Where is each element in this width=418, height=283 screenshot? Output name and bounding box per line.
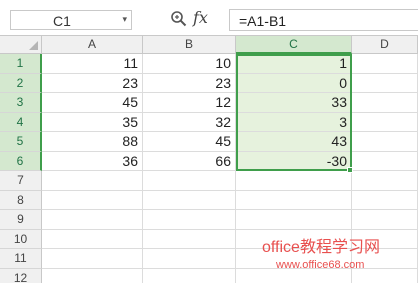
row-header-6[interactable]: 6 bbox=[0, 151, 42, 171]
watermark-title: office教程学习网 bbox=[262, 239, 380, 256]
magnifier-icon[interactable] bbox=[170, 10, 188, 28]
cell-c9[interactable] bbox=[236, 210, 352, 230]
cell-d4[interactable] bbox=[352, 112, 418, 132]
row-header-9[interactable]: 9 bbox=[0, 210, 42, 230]
cell-b8[interactable] bbox=[143, 190, 236, 210]
cell-d2[interactable] bbox=[352, 73, 418, 93]
cell-a3[interactable]: 45 bbox=[42, 93, 143, 113]
select-all-corner[interactable] bbox=[0, 36, 42, 54]
column-header-d[interactable]: D bbox=[352, 36, 418, 54]
cell-c7[interactable] bbox=[236, 171, 352, 191]
cell-b2[interactable]: 23 bbox=[143, 73, 236, 93]
cell-d6[interactable] bbox=[352, 151, 418, 171]
row-header-7[interactable]: 7 bbox=[0, 171, 42, 191]
cell-a7[interactable] bbox=[42, 171, 143, 191]
row-header-5[interactable]: 5 bbox=[0, 132, 42, 152]
cell-a1[interactable]: 11 bbox=[42, 54, 143, 74]
column-header-b[interactable]: B bbox=[143, 36, 236, 54]
cell-d1[interactable] bbox=[352, 54, 418, 74]
cell-b3[interactable]: 12 bbox=[143, 93, 236, 113]
row-header-3[interactable]: 3 bbox=[0, 93, 42, 113]
fx-icon[interactable]: fx bbox=[193, 8, 208, 27]
cell-a9[interactable] bbox=[42, 210, 143, 230]
cell-b5[interactable]: 45 bbox=[143, 132, 236, 152]
cell-d3[interactable] bbox=[352, 93, 418, 113]
cell-c1[interactable]: 1 bbox=[236, 54, 352, 74]
cell-a8[interactable] bbox=[42, 190, 143, 210]
cell-b7[interactable] bbox=[143, 171, 236, 191]
cell-b1[interactable]: 10 bbox=[143, 54, 236, 74]
cell-a12[interactable] bbox=[42, 268, 143, 283]
column-header-a[interactable]: A bbox=[42, 36, 143, 54]
cell-b10[interactable] bbox=[143, 229, 236, 249]
column-header-c[interactable]: C bbox=[236, 36, 352, 54]
cell-c2[interactable]: 0 bbox=[236, 73, 352, 93]
chevron-down-icon[interactable]: ▾ bbox=[122, 14, 127, 25]
cell-c3[interactable]: 33 bbox=[236, 93, 352, 113]
cell-c6[interactable]: -30 bbox=[236, 151, 352, 171]
row-header-1[interactable]: 1 bbox=[0, 54, 42, 74]
cell-d9[interactable] bbox=[352, 210, 418, 230]
formula-text: =A1-B1 bbox=[239, 13, 287, 29]
cell-a2[interactable]: 23 bbox=[42, 73, 143, 93]
cell-b6[interactable]: 66 bbox=[143, 151, 236, 171]
fill-handle[interactable] bbox=[347, 167, 353, 173]
cell-d5[interactable] bbox=[352, 132, 418, 152]
row-header-10[interactable]: 10 bbox=[0, 229, 42, 249]
cell-a4[interactable]: 35 bbox=[42, 112, 143, 132]
row-header-8[interactable]: 8 bbox=[0, 190, 42, 210]
cell-c5[interactable]: 43 bbox=[236, 132, 352, 152]
row-header-2[interactable]: 2 bbox=[0, 73, 42, 93]
row-header-12[interactable]: 12 bbox=[0, 268, 42, 283]
cell-b4[interactable]: 32 bbox=[143, 112, 236, 132]
formula-bar: C1 ▾ fx =A1-B1 bbox=[0, 0, 418, 36]
cell-a11[interactable] bbox=[42, 249, 143, 269]
formula-input[interactable]: =A1-B1 bbox=[229, 9, 418, 31]
cell-b11[interactable] bbox=[143, 249, 236, 269]
cell-a6[interactable]: 36 bbox=[42, 151, 143, 171]
cell-c4[interactable]: 3 bbox=[236, 112, 352, 132]
cell-c8[interactable] bbox=[236, 190, 352, 210]
cell-b9[interactable] bbox=[143, 210, 236, 230]
cell-a5[interactable]: 88 bbox=[42, 132, 143, 152]
cell-d7[interactable] bbox=[352, 171, 418, 191]
cell-b12[interactable] bbox=[143, 268, 236, 283]
cell-d8[interactable] bbox=[352, 190, 418, 210]
watermark-url: www.office68.com bbox=[276, 259, 365, 271]
row-header-4[interactable]: 4 bbox=[0, 112, 42, 132]
name-box[interactable]: C1 ▾ bbox=[10, 10, 132, 30]
name-box-value: C1 bbox=[53, 13, 71, 29]
cell-a10[interactable] bbox=[42, 229, 143, 249]
row-header-11[interactable]: 11 bbox=[0, 249, 42, 269]
